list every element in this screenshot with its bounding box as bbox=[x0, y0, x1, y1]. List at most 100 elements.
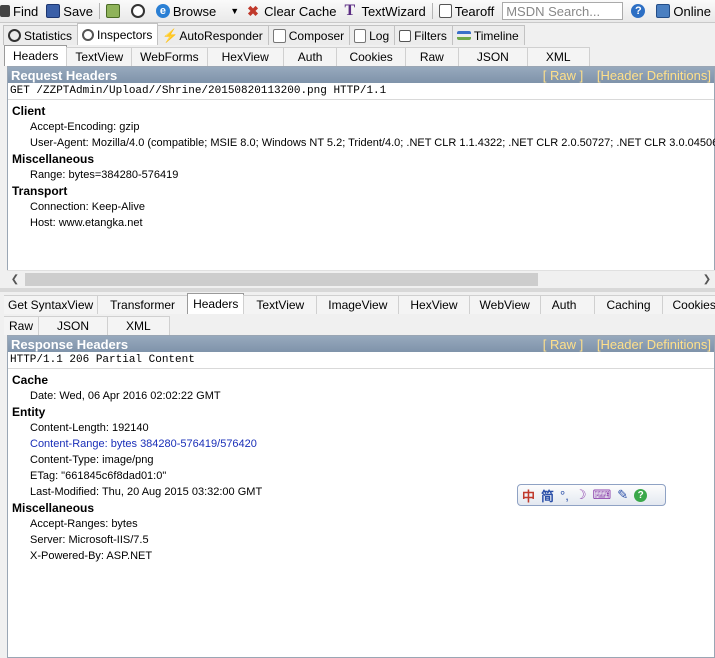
network-icon bbox=[656, 4, 671, 18]
clear-cache-button[interactable]: ✖ Clear Cache bbox=[243, 0, 340, 22]
request-tab-cookies[interactable]: Cookies bbox=[336, 47, 406, 66]
header-date[interactable]: Date: Wed, 06 Apr 2016 02:02:22 GMT bbox=[8, 388, 714, 404]
response-tab-headers[interactable]: Headers bbox=[187, 293, 245, 314]
tab-label: Filters bbox=[414, 28, 447, 43]
splitter[interactable] bbox=[0, 288, 715, 292]
scroll-right-arrow[interactable]: ❯ bbox=[699, 271, 715, 288]
help-button[interactable]: ? bbox=[627, 0, 652, 22]
response-tab-webview[interactable]: WebView bbox=[468, 295, 541, 314]
ime-simplified-mode[interactable]: 简 bbox=[541, 486, 554, 505]
statistics-icon bbox=[8, 29, 21, 42]
tab-filters[interactable]: Filters bbox=[394, 25, 453, 45]
header-etag[interactable]: ETag: "661845c6f8dad01:0" bbox=[8, 468, 714, 484]
ime-wrench-icon[interactable]: ✎ bbox=[617, 487, 628, 503]
help-icon: ? bbox=[631, 4, 646, 18]
group-client[interactable]: Client bbox=[8, 103, 714, 119]
textwizard-button[interactable]: T TextWizard bbox=[340, 0, 429, 22]
request-line: GET /ZZPTAdmin/Upload//Shrine/2015082011… bbox=[8, 83, 714, 100]
timer-button[interactable] bbox=[127, 0, 152, 22]
response-tab-imageview[interactable]: ImageView bbox=[316, 295, 400, 314]
textwizard-label: TextWizard bbox=[361, 3, 426, 19]
ime-help-icon[interactable]: ? bbox=[634, 488, 648, 502]
request-tab-textview[interactable]: TextView bbox=[66, 47, 133, 66]
group-cache[interactable]: Cache bbox=[8, 372, 714, 388]
request-tab-webforms[interactable]: WebForms bbox=[131, 47, 208, 66]
msdn-search-input[interactable]: MSDN Search... bbox=[502, 2, 624, 20]
ime-moon-icon[interactable]: ☽ bbox=[575, 487, 587, 503]
tab-label: Timeline bbox=[473, 28, 519, 43]
response-tab-json[interactable]: JSON bbox=[38, 316, 109, 335]
browse-button[interactable]: e Browse ▼ bbox=[152, 0, 243, 22]
request-tab-json[interactable]: JSON bbox=[457, 47, 528, 66]
response-headers-titlebar: Response Headers [ Raw ] [Header Definit… bbox=[8, 336, 714, 352]
tab-autoresponder[interactable]: ⚡ AutoResponder bbox=[157, 25, 269, 45]
ime-chinese-mode[interactable]: 中 bbox=[522, 486, 535, 505]
scroll-left-arrow[interactable]: ❮ bbox=[7, 271, 23, 288]
request-horizontal-scrollbar[interactable]: ❮ ❯ bbox=[7, 270, 715, 288]
find-button[interactable]: Find bbox=[0, 0, 42, 22]
find-label: Find bbox=[13, 3, 39, 19]
header-connection[interactable]: Connection: Keep-Alive bbox=[8, 199, 714, 215]
tab-timeline[interactable]: Timeline bbox=[451, 25, 525, 45]
response-tab-caching[interactable]: Caching bbox=[594, 295, 663, 314]
replay-button[interactable] bbox=[102, 0, 127, 22]
timeline-icon bbox=[456, 31, 471, 40]
response-tab-textview[interactable]: TextView bbox=[243, 295, 318, 314]
response-tab-hexview[interactable]: HexView bbox=[398, 295, 470, 314]
request-header-tree: Client Accept-Encoding: gzip User-Agent:… bbox=[8, 100, 715, 274]
tab-label: Log bbox=[369, 28, 390, 43]
request-tab-raw[interactable]: Raw bbox=[404, 47, 459, 66]
header-accept-ranges[interactable]: Accept-Ranges: bytes bbox=[8, 516, 714, 532]
header-range[interactable]: Range: bytes=384280-576419 bbox=[8, 167, 714, 183]
response-header-definitions-link[interactable]: [Header Definitions] bbox=[597, 337, 711, 352]
request-header-definitions-link[interactable]: [Header Definitions] bbox=[597, 68, 711, 83]
request-tab-auth[interactable]: Auth bbox=[282, 47, 338, 66]
response-tab-raw[interactable]: Raw bbox=[4, 316, 40, 335]
lightning-icon: ⚡ bbox=[162, 27, 179, 43]
response-tab-transformer[interactable]: Transformer bbox=[97, 295, 189, 314]
response-header-tree: Cache Date: Wed, 06 Apr 2016 02:02:22 GM… bbox=[8, 369, 714, 564]
response-tab-cookies[interactable]: Cookies bbox=[661, 295, 715, 314]
header-content-length[interactable]: Content-Length: 192140 bbox=[8, 420, 714, 436]
group-entity[interactable]: Entity bbox=[8, 404, 714, 420]
ime-toolbar[interactable]: 中 简 °, ☽ ⌨ ✎ ? bbox=[517, 484, 666, 506]
tab-inspectors[interactable]: Inspectors bbox=[77, 23, 159, 45]
tab-statistics[interactable]: Statistics bbox=[3, 25, 79, 45]
request-subtabs: Headers TextView WebForms HexView Auth C… bbox=[4, 45, 590, 66]
ime-punctuation-icon[interactable]: °, bbox=[560, 488, 569, 503]
header-content-range[interactable]: Content-Range: bytes 384280-576419/57642… bbox=[8, 436, 714, 452]
log-icon bbox=[354, 28, 367, 43]
chevron-down-icon[interactable]: ▼ bbox=[230, 6, 239, 16]
response-tab-xml[interactable]: XML bbox=[107, 316, 170, 335]
save-button[interactable]: Save bbox=[42, 0, 97, 22]
scroll-thumb[interactable] bbox=[25, 273, 538, 286]
online-button[interactable]: Online bbox=[652, 0, 715, 22]
header-content-type[interactable]: Content-Type: image/png bbox=[8, 452, 714, 468]
request-tab-headers[interactable]: Headers bbox=[4, 45, 68, 66]
response-raw-link[interactable]: [ Raw ] bbox=[543, 337, 583, 352]
response-tab-get-syntaxview[interactable]: Get SyntaxView bbox=[4, 295, 99, 314]
group-transport[interactable]: Transport bbox=[8, 183, 714, 199]
browse-label: Browse bbox=[172, 3, 217, 19]
request-tab-xml[interactable]: XML bbox=[526, 47, 590, 66]
request-tab-hexview[interactable]: HexView bbox=[206, 47, 284, 66]
response-tab-auth[interactable]: Auth bbox=[539, 295, 596, 314]
header-user-agent[interactable]: User-Agent: Mozilla/4.0 (compatible; MSI… bbox=[8, 135, 715, 151]
toolbar-separator bbox=[98, 3, 100, 19]
group-miscellaneous[interactable]: Miscellaneous bbox=[8, 151, 714, 167]
ime-keyboard-icon[interactable]: ⌨ bbox=[593, 487, 612, 503]
tearoff-icon bbox=[438, 4, 452, 18]
tab-composer[interactable]: Composer bbox=[267, 25, 351, 45]
header-accept-encoding[interactable]: Accept-Encoding: gzip bbox=[8, 119, 714, 135]
tearoff-button[interactable]: Tearoff bbox=[435, 0, 499, 22]
response-status-line: HTTP/1.1 206 Partial Content bbox=[8, 352, 714, 369]
tab-log[interactable]: Log bbox=[349, 25, 396, 45]
request-headers-panel: Request Headers [ Raw ] [Header Definiti… bbox=[7, 66, 715, 286]
request-raw-link[interactable]: [ Raw ] bbox=[543, 68, 583, 83]
response-headers-title: Response Headers bbox=[11, 336, 129, 352]
header-x-powered-by[interactable]: X-Powered-By: ASP.NET bbox=[8, 548, 714, 564]
search-placeholder: MSDN Search... bbox=[506, 3, 601, 19]
header-server[interactable]: Server: Microsoft-IIS/7.5 bbox=[8, 532, 714, 548]
header-host[interactable]: Host: www.etangka.net bbox=[8, 215, 714, 231]
main-toolbar: Find Save e Browse ▼ ✖ Clear Cache T Tex… bbox=[0, 0, 715, 23]
